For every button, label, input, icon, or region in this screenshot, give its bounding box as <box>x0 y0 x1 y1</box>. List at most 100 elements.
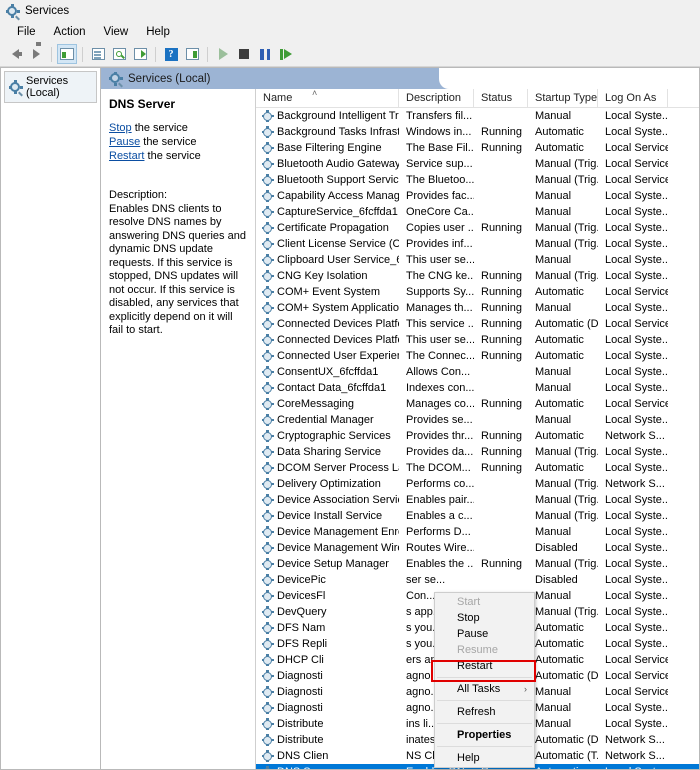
cell-logon: Local Syste... <box>605 302 668 314</box>
title-bar: Services <box>0 0 700 22</box>
service-name-text: DevicesFl <box>277 590 326 602</box>
service-detail-panel: DNS Server Stop the service Pause the se… <box>101 89 256 769</box>
table-row[interactable]: Certificate Propagation Copies user ... Ru… <box>256 220 699 236</box>
services-gear-icon <box>261 478 274 490</box>
help-button[interactable]: ? <box>161 44 181 64</box>
table-row[interactable]: Background Intelligent Tran... Transfers … <box>256 108 699 124</box>
cell-description: Service sup... <box>406 158 473 170</box>
window-title: Services <box>25 5 70 17</box>
table-row[interactable]: Client License Service (ClipS... Provides… <box>256 236 699 252</box>
cell-description: Supports Sy... <box>406 286 474 298</box>
cell-name: DCOM Server Process Laun... <box>256 462 399 474</box>
column-header-description[interactable]: Description <box>399 89 474 107</box>
tree-node-services-local[interactable]: Services (Local) <box>4 71 97 103</box>
table-row[interactable]: Connected User Experience... The Connec..… <box>256 348 699 364</box>
context-menu-item-stop[interactable]: Stop <box>435 610 534 626</box>
column-header-startup-type[interactable]: Startup Type <box>528 89 598 107</box>
table-row[interactable]: Device Install Service Enables a c... Manu… <box>256 508 699 524</box>
service-name-text: DFS Nam <box>277 622 326 634</box>
pause-service-link[interactable]: Pause <box>109 136 140 148</box>
service-name-text: Connected Devices Platfor... <box>277 334 399 346</box>
table-row[interactable]: DevicePic ser se... Disabled Local Syste... <box>256 572 699 588</box>
table-row[interactable]: COM+ Event System Supports Sy... Running Au… <box>256 284 699 300</box>
stop-service-link[interactable]: Stop <box>109 122 132 134</box>
context-menu-item-refresh[interactable]: Refresh <box>435 704 534 720</box>
back-button[interactable] <box>5 44 25 64</box>
context-menu[interactable]: Start Stop Pause Resume Restart All Tasks › Ref… <box>434 592 535 768</box>
table-row[interactable]: Bluetooth Support Service The Bluetoo... M… <box>256 172 699 188</box>
cell-name: Connected User Experience... <box>256 350 399 362</box>
restart-service-link[interactable]: Restart <box>109 150 144 162</box>
cell-name: Background Intelligent Tran... <box>256 110 399 122</box>
cell-status: Running <box>481 222 522 234</box>
cell-logon: Local Service <box>605 174 668 186</box>
column-header-log-on-as[interactable]: Log On As <box>598 89 668 107</box>
properties-button[interactable] <box>88 44 108 64</box>
cell-status: Running <box>481 462 522 474</box>
cell-description: Manages co... <box>406 398 474 410</box>
table-row[interactable]: Device Management Wirele... Routes Wire..… <box>256 540 699 556</box>
table-row[interactable]: Connected Devices Platfor... This service… <box>256 316 699 332</box>
cell-startup: Automatic <box>535 430 584 442</box>
table-row[interactable]: Cryptographic Services Provides thr... Run… <box>256 428 699 444</box>
view-button[interactable] <box>182 44 202 64</box>
column-header-status[interactable]: Status <box>474 89 528 107</box>
forward-button[interactable] <box>26 42 46 64</box>
table-row[interactable]: CaptureService_6fcffda1 OneCore Ca... Manu… <box>256 204 699 220</box>
table-row[interactable]: Device Association Service Enables pair..… <box>256 492 699 508</box>
table-row[interactable]: ConsentUX_6fcffda1 Allows Con... Manual Loc… <box>256 364 699 380</box>
service-name-text: DNS Clien <box>277 750 329 762</box>
toolbar-separator <box>155 46 156 62</box>
table-row[interactable]: Credential Manager Provides se... Manual Lo… <box>256 412 699 428</box>
cell-startup: Manual (Trig... <box>535 606 598 618</box>
menu-view[interactable]: View <box>95 24 138 40</box>
cell-status: Running <box>481 126 522 138</box>
context-menu-item-properties[interactable]: Properties <box>435 727 534 743</box>
table-row[interactable]: Delivery Optimization Performs co... Manua… <box>256 476 699 492</box>
column-header-name[interactable]: Name <box>256 89 399 107</box>
refresh-button[interactable] <box>109 44 129 64</box>
cell-description: Copies user ... <box>406 222 474 234</box>
context-menu-item-restart[interactable]: Restart <box>435 658 534 674</box>
detail-service-name: DNS Server <box>109 97 176 111</box>
refresh-icon <box>112 48 126 60</box>
pause-service-button[interactable] <box>255 44 275 64</box>
table-row[interactable]: COM+ System Application Manages th... Runn… <box>256 300 699 316</box>
cell-name: CaptureService_6fcffda1 <box>256 206 399 218</box>
context-menu-item-all-tasks[interactable]: All Tasks › <box>435 681 534 697</box>
console-tree-pane: Services (Local) <box>0 67 100 770</box>
show-hide-tree-button[interactable] <box>57 44 77 64</box>
cell-description: Enables the ... <box>406 558 474 570</box>
cell-startup: Manual <box>535 206 572 218</box>
stop-service-button[interactable] <box>234 44 254 64</box>
table-row[interactable]: Contact Data_6fcffda1 Indexes con... Manua… <box>256 380 699 396</box>
table-row[interactable]: Device Setup Manager Enables the ... Runni… <box>256 556 699 572</box>
export-list-button[interactable] <box>130 44 150 64</box>
table-row[interactable]: CNG Key Isolation The CNG ke... Running Man… <box>256 268 699 284</box>
table-row[interactable]: DCOM Server Process Laun... The DCOM... Ru… <box>256 460 699 476</box>
table-row[interactable]: Base Filtering Engine The Base Fil... Runn… <box>256 140 699 156</box>
cell-name: Connected Devices Platfor... <box>256 318 399 330</box>
table-row[interactable]: Device Management Enroll... Performs D...… <box>256 524 699 540</box>
table-row[interactable]: CoreMessaging Manages co... Running Automat… <box>256 396 699 412</box>
service-name-text: ConsentUX_6fcffda1 <box>277 366 379 378</box>
table-row[interactable]: Connected Devices Platfor... This user se… <box>256 332 699 348</box>
table-row[interactable]: Bluetooth Audio Gateway S... Service sup.… <box>256 156 699 172</box>
cell-description: Routes Wire... <box>406 542 474 554</box>
services-gear-icon <box>261 350 274 362</box>
table-row[interactable]: Data Sharing Service Provides da... Runnin… <box>256 444 699 460</box>
table-row[interactable]: Background Tasks Infrastru... Windows in.… <box>256 124 699 140</box>
detail-link-restart: Restart the service <box>109 149 248 163</box>
cell-logon: Local Syste... <box>605 590 668 602</box>
table-row[interactable]: Capability Access Manager ... Provides fa… <box>256 188 699 204</box>
table-row[interactable]: Clipboard User Service_6fcff... This user… <box>256 252 699 268</box>
cell-startup: Manual (Trig... <box>535 222 598 234</box>
menu-file[interactable]: File <box>8 24 45 40</box>
menu-help[interactable]: Help <box>137 24 179 40</box>
cell-name: Client License Service (ClipS... <box>256 238 399 250</box>
start-service-button[interactable] <box>213 44 233 64</box>
context-menu-item-help[interactable]: Help <box>435 750 534 766</box>
restart-service-button[interactable] <box>276 44 296 64</box>
menu-action[interactable]: Action <box>45 24 95 40</box>
context-menu-item-pause[interactable]: Pause <box>435 626 534 642</box>
